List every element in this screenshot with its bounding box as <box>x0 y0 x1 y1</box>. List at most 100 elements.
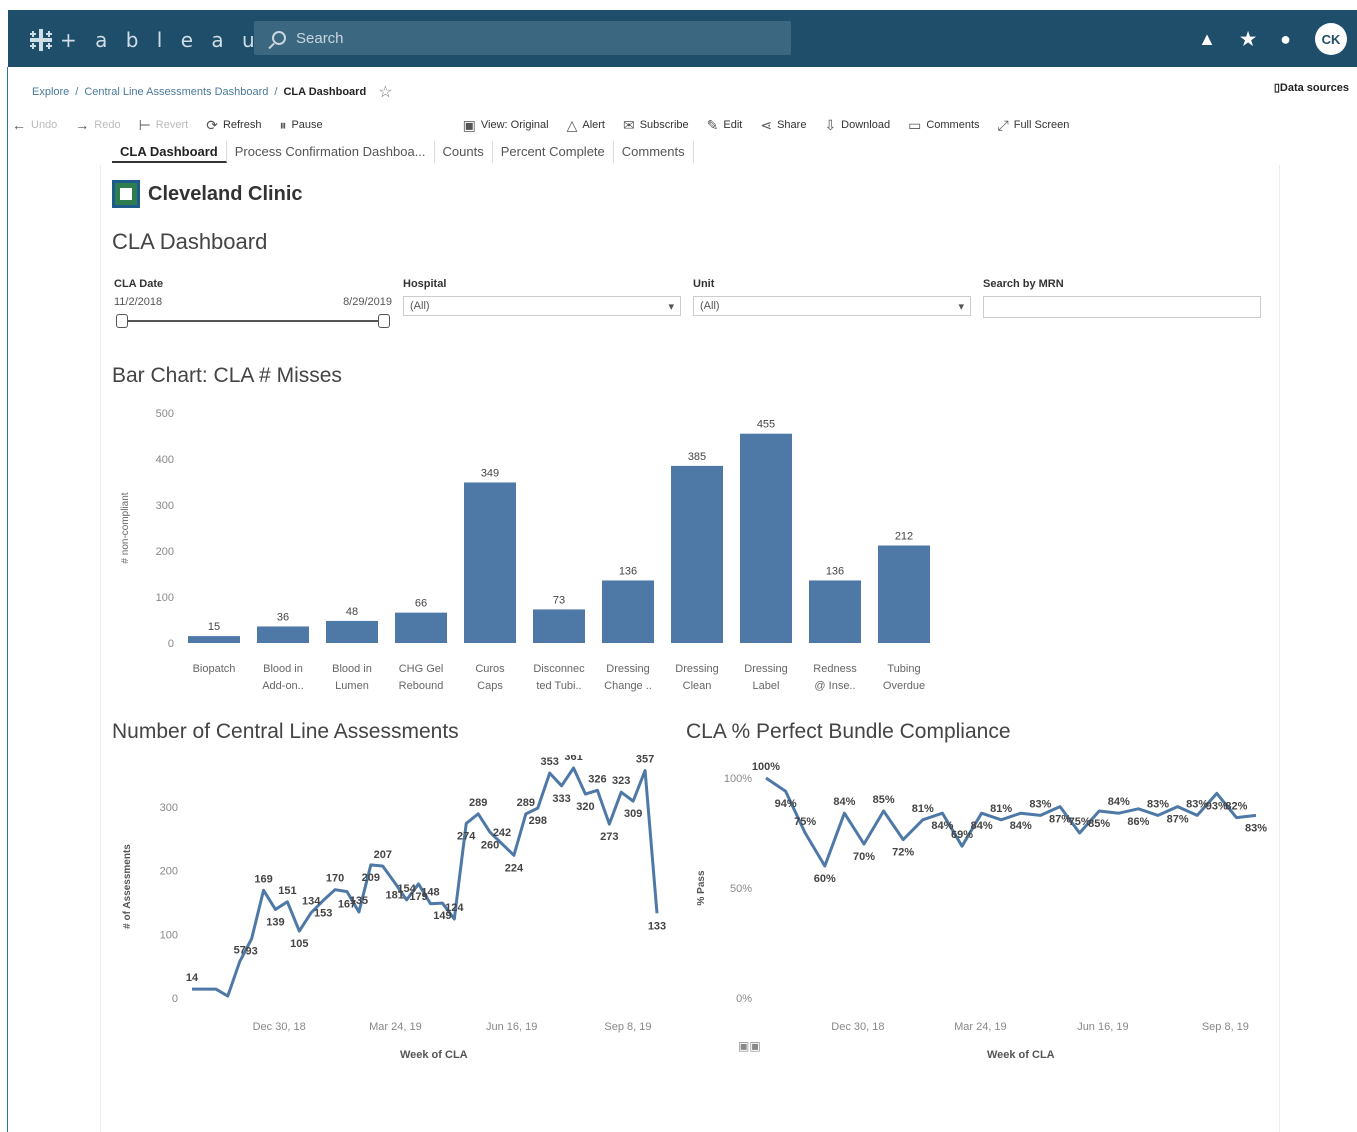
tableau-logo[interactable]: + a b l e a u <box>28 27 261 53</box>
data-label: 133 <box>648 920 666 932</box>
download-button[interactable]: ⇩ Download <box>824 117 890 134</box>
data-label: 357 <box>636 755 654 766</box>
x-tick-label: Overdue <box>883 680 925 692</box>
view-icon: ▣ <box>462 116 476 133</box>
undo-arrow-icon: ← <box>12 117 26 133</box>
revert-icon: ⊢ <box>138 116 151 133</box>
tab-percent-complete[interactable]: Percent Complete <box>493 141 614 163</box>
x-tick-label: Label <box>753 680 780 692</box>
full-screen-button[interactable]: ⤢ Full Screen <box>998 117 1070 134</box>
data-label: 105 <box>290 938 308 950</box>
revert-button[interactable]: ⊢ Revert <box>139 117 189 134</box>
bar-value-label: 36 <box>277 611 289 623</box>
data-label: 75% <box>794 816 816 828</box>
refresh-button[interactable]: ⟳ Refresh <box>206 117 261 134</box>
breadcrumb-separator: / <box>75 86 79 98</box>
data-label: 169 <box>254 873 272 885</box>
hospital-dropdown[interactable]: (All) ▾ <box>403 296 681 316</box>
data-label: 333 <box>552 793 570 805</box>
bar <box>809 580 861 643</box>
info-icon[interactable]: ● <box>1280 29 1291 50</box>
data-label: 148 <box>421 887 439 899</box>
undo-button[interactable]: ← Undo <box>12 117 57 133</box>
cleveland-clinic-logo-icon <box>112 180 140 208</box>
data-label: 289 <box>517 797 535 809</box>
data-label: 100% <box>752 761 780 773</box>
bar <box>188 636 240 643</box>
y-tick-label: 0 <box>168 638 174 650</box>
top-navigation-bar: + a b l e a u Search ▲ ★ ● CK <box>8 10 1357 67</box>
x-tick-label: Sep 8, 19 <box>604 1021 651 1033</box>
data-label: 320 <box>576 801 594 813</box>
data-label: 289 <box>469 797 487 809</box>
bar-value-label: 136 <box>619 565 637 577</box>
tab-comments[interactable]: Comments <box>614 141 694 163</box>
y-tick-label: 100 <box>160 929 178 941</box>
data-label: 260 <box>481 839 499 851</box>
data-label: 124 <box>445 902 464 914</box>
unit-dropdown[interactable]: (All) ▾ <box>693 296 971 316</box>
data-label: 309 <box>624 808 642 820</box>
x-tick-label: CHG Gel <box>399 663 444 675</box>
bar-value-label: 385 <box>688 451 706 463</box>
x-tick-label: Disconnec <box>533 663 585 675</box>
hospital-value: (All) <box>410 300 430 312</box>
cleveland-clinic-logo: Cleveland Clinic <box>112 180 303 208</box>
tab-process-confirmation[interactable]: Process Confirmation Dashboa... <box>227 141 435 163</box>
data-label: 81% <box>990 803 1012 815</box>
y-tick-label: 300 <box>156 500 174 512</box>
favorites-star-icon[interactable]: ★ <box>1240 29 1256 50</box>
y-axis-label: # non-compliant <box>120 492 131 563</box>
mrn-label: Search by MRN <box>983 278 1064 290</box>
x-tick-label: Redness <box>813 663 857 675</box>
breadcrumb-separator: / <box>274 86 278 98</box>
search-input[interactable]: Search <box>254 21 791 55</box>
data-sources-link[interactable]: ▯Data sources <box>1274 81 1349 94</box>
alert-icon: △ <box>566 116 578 133</box>
x-tick-label: Caps <box>477 680 503 692</box>
data-label: 84% <box>833 796 855 808</box>
view-original-button[interactable]: ▣ View: Original <box>463 117 549 134</box>
edit-button[interactable]: ✎ Edit <box>707 117 743 134</box>
y-tick-label: 50% <box>730 883 752 895</box>
favorite-star-outline-icon[interactable]: ☆ <box>378 82 392 102</box>
redo-button[interactable]: → Redo <box>75 117 120 133</box>
data-label: 207 <box>374 849 392 861</box>
layout-controls[interactable]: ▣▣ <box>738 1039 761 1053</box>
bar <box>878 545 930 643</box>
comments-button[interactable]: ▭ Comments <box>908 117 979 134</box>
refresh-icon: ⟳ <box>206 116 218 133</box>
slider-end-handle[interactable] <box>378 314 390 328</box>
unit-filter: Unit (All) ▾ <box>693 278 971 316</box>
tab-cla-dashboard[interactable]: CLA Dashboard <box>112 141 227 163</box>
data-label: 83% <box>1029 798 1051 810</box>
data-label: 70% <box>853 851 875 863</box>
tab-counts[interactable]: Counts <box>435 141 493 163</box>
data-label: 87% <box>1167 814 1189 826</box>
breadcrumb-current: CLA Dashboard <box>283 86 367 98</box>
breadcrumb-project[interactable]: Central Line Assessments Dashboard <box>84 86 268 98</box>
x-tick-label: Jun 16, 19 <box>486 1021 537 1033</box>
breadcrumb-explore[interactable]: Explore <box>32 86 69 98</box>
x-tick-label: Lumen <box>335 680 369 692</box>
pause-button[interactable]: ⏸ Pause <box>279 117 322 134</box>
subscribe-button[interactable]: ✉ Subscribe <box>623 117 689 134</box>
user-avatar[interactable]: CK <box>1315 23 1347 55</box>
data-label: 93 <box>245 946 257 958</box>
alert-triangle-icon[interactable]: ▲ <box>1198 29 1216 50</box>
toolbar: ← Undo → Redo ⊢ Revert ⟳ Refresh ⏸ Pause ▣ Vie… <box>12 115 1357 135</box>
data-label: 86% <box>1127 816 1149 828</box>
mrn-search-input[interactable] <box>983 296 1261 318</box>
bar <box>464 482 516 643</box>
data-label: 83% <box>1245 822 1267 834</box>
slider-track <box>120 320 386 322</box>
share-button[interactable]: ⋖ Share <box>760 117 806 134</box>
x-tick-label: Blood in <box>263 663 303 675</box>
slider-start-handle[interactable] <box>116 314 128 328</box>
data-label: 82% <box>1225 801 1247 813</box>
cla-date-slider[interactable] <box>114 314 392 328</box>
y-tick-label: 200 <box>160 866 178 878</box>
cla-date-end: 8/29/2019 <box>343 296 392 308</box>
x-tick-label: Change .. <box>604 680 652 692</box>
alert-button[interactable]: △ Alert <box>567 117 605 134</box>
